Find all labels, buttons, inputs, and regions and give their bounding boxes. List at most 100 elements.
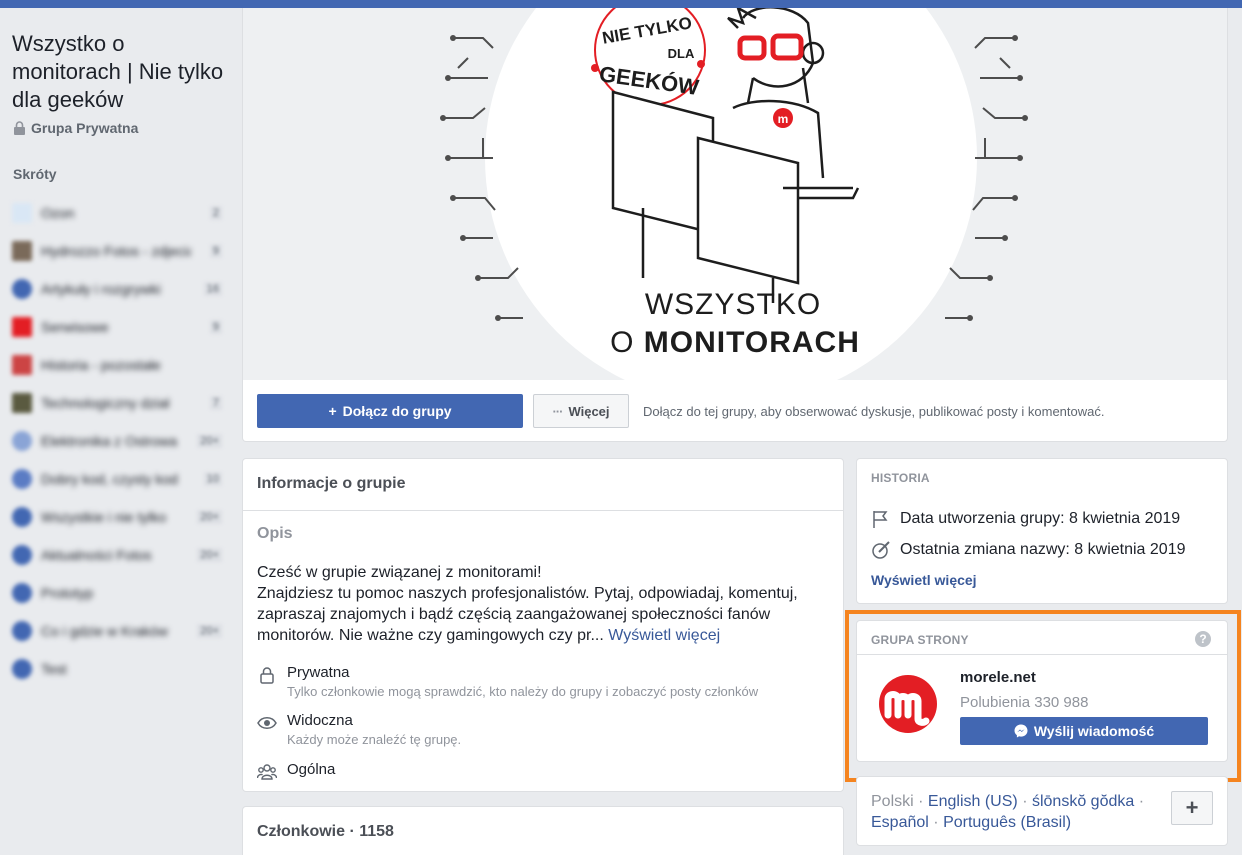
shortcut-count: 9: [209, 320, 222, 334]
lang-polski: Polski: [871, 793, 914, 810]
shortcut-label: Elektronika z Ostrowa: [41, 433, 178, 449]
shortcut-item[interactable]: Aktualności Fotos 20+: [0, 536, 232, 574]
shortcut-item[interactable]: Historia - pozostałe: [0, 346, 232, 384]
shortcut-label: Wszystkie i nie tylko: [41, 509, 167, 525]
more-dots-icon: ···: [552, 403, 563, 419]
about-header: Informacje o grupie: [243, 459, 843, 511]
shortcut-item[interactable]: Elektronika z Ostrowa 20+: [0, 422, 232, 460]
group-privacy-label: Grupa Prywatna: [31, 120, 139, 136]
shortcut-label: Hydrozzo Fotos - zdjecia: [41, 243, 191, 259]
renamed-row: Ostatnia zmiana nazwy: 8 kwietnia 2019: [871, 540, 1185, 560]
shortcut-count: 9: [209, 244, 222, 258]
shortcut-count: 20+: [197, 434, 222, 448]
shortcut-icon: [12, 241, 32, 261]
lang-separator: ·: [918, 793, 924, 810]
cover-card: m NIE TYLKO DLA GEEKÓW WSZYSTKO O MONITO…: [242, 8, 1228, 442]
history-header: HISTORIA: [871, 471, 930, 485]
general-title: Ogólna: [287, 761, 336, 778]
shortcut-count: 7: [209, 396, 222, 410]
privacy-private-row: Prywatna Tylko członkowie mogą sprawdzić…: [257, 663, 758, 700]
shortcut-label: Historia - pozostałe: [41, 357, 161, 373]
about-group-card: Informacje o grupie Opis Cześć w grupie …: [242, 458, 844, 792]
shortcut-item[interactable]: Wszystkie i nie tylko 20+: [0, 498, 232, 536]
shortcut-count: 20+: [197, 548, 222, 562]
shortcut-label: Aktualności Fotos: [41, 547, 152, 563]
shortcut-item[interactable]: Technologiczny dział 7: [0, 384, 232, 422]
group-title[interactable]: Wszystko o monitorach | Nie tylko dla ge…: [12, 30, 232, 114]
lang-separator: ·: [933, 814, 939, 831]
private-title: Prywatna: [287, 664, 350, 681]
group-type-row: Ogólna: [257, 760, 335, 782]
people-icon: [257, 764, 277, 780]
shortcut-label: Dobry kod, czysty kod: [41, 471, 178, 487]
left-sidebar: Wszystko o monitorach | Nie tylko dla ge…: [0, 8, 242, 855]
private-subtitle: Tylko członkowie mogą sprawdzić, kto nal…: [287, 684, 759, 699]
cover-heading-line2-prefix: O: [610, 326, 644, 359]
cover-illustration: m NIE TYLKO DLA GEEKÓW WSZYSTKO O MONITO…: [243, 8, 1227, 380]
highlight-box: [845, 610, 1241, 782]
visible-subtitle: Każdy może znaleźć tę grupę.: [287, 732, 462, 747]
shortcut-count: 20+: [197, 624, 222, 638]
history-see-more-link[interactable]: Wyświetl więcej: [871, 572, 977, 588]
join-hint-text: Dołącz do tej grupy, aby obserwować dysk…: [643, 403, 1105, 419]
visibility-row: Widoczna Każdy może znaleźć tę grupę.: [257, 711, 461, 748]
shortcut-icon: [12, 621, 32, 641]
lock-icon: [14, 121, 25, 135]
shortcut-icon: [12, 393, 32, 413]
shortcut-icon: [12, 507, 32, 527]
cover-heading-line2-bold: MONITORACH: [644, 326, 860, 359]
top-blue-bar: [0, 0, 1242, 8]
cover-heading-line1: WSZYSTKO: [645, 288, 821, 321]
shortcut-icon: [12, 203, 32, 223]
language-links: Polski · English (US) · ślōnskŏ gŏdka · …: [871, 791, 1151, 833]
lock-icon: [260, 667, 274, 684]
created-text: Data utworzenia grupy: 8 kwietnia 2019: [900, 510, 1181, 527]
visible-title: Widoczna: [287, 712, 353, 729]
cover-actions: + Dołącz do grupy ··· Więcej Dołącz do t…: [257, 394, 1104, 428]
join-group-button[interactable]: + Dołącz do grupy: [257, 394, 523, 428]
lang-portugues[interactable]: Português (Brasil): [943, 814, 1071, 831]
more-button[interactable]: ··· Więcej: [533, 394, 629, 428]
edit-pencil-icon: [872, 541, 890, 559]
badge-mid-text: DLA: [668, 46, 695, 61]
shortcut-label: Serwisowe: [41, 319, 109, 335]
renamed-text: Ostatnia zmiana nazwy: 8 kwietnia 2019: [900, 541, 1186, 558]
shortcut-item[interactable]: Test: [0, 650, 232, 688]
lang-silesian[interactable]: ślōnskŏ gŏdka: [1032, 793, 1134, 810]
shortcut-icon: [12, 583, 32, 603]
cover-photo[interactable]: m NIE TYLKO DLA GEEKÓW WSZYSTKO O MONITO…: [243, 8, 1227, 380]
more-languages-button[interactable]: +: [1171, 791, 1213, 825]
shortcut-item[interactable]: Hydrozzo Fotos - zdjecia 9: [0, 232, 232, 270]
shortcut-item[interactable]: Prototyp: [0, 574, 232, 612]
shortcut-item[interactable]: Dobry kod, czysty kod 10: [0, 460, 232, 498]
shortcut-item[interactable]: Artykuły i rozgrywki 16: [0, 270, 232, 308]
lang-english[interactable]: English (US): [928, 793, 1018, 810]
shortcut-label: Ozon: [41, 205, 75, 221]
join-group-label: Dołącz do grupy: [342, 403, 452, 419]
members-header[interactable]: Członkowie · 1158: [243, 807, 843, 855]
languages-card: Polski · English (US) · ślōnskŏ gŏdka · …: [856, 776, 1228, 846]
lang-espanol[interactable]: Español: [871, 814, 929, 831]
shortcut-item[interactable]: Ozon 2: [0, 194, 232, 232]
more-label: Więcej: [568, 403, 610, 419]
see-more-link[interactable]: Wyświetl więcej: [608, 627, 720, 644]
shortcut-icon: [12, 545, 32, 565]
shortcut-item[interactable]: Serwisowe 9: [0, 308, 232, 346]
shortcut-icon: [12, 317, 32, 337]
created-row: Data utworzenia grupy: 8 kwietnia 2019: [871, 509, 1180, 529]
eye-icon: [257, 717, 277, 729]
shortcut-item[interactable]: Co i gdzie w Kraków 20+: [0, 612, 232, 650]
shortcut-icon: [12, 431, 32, 451]
plus-icon: +: [328, 403, 337, 419]
cover-heading-line2: O MONITORACH: [610, 326, 860, 359]
group-privacy: Grupa Prywatna: [13, 120, 138, 136]
shortcut-icon: [12, 279, 32, 299]
shortcut-count: 2: [209, 206, 222, 220]
shortcut-icon: [12, 469, 32, 489]
description-label: Opis: [257, 525, 293, 542]
shortcut-label: Co i gdzie w Kraków: [41, 623, 168, 639]
shortcut-label: Prototyp: [41, 585, 94, 601]
shortcut-label: Artykuły i rozgrywki: [41, 281, 161, 297]
shortcut-count: 10: [203, 472, 222, 486]
lang-separator: ·: [1022, 793, 1028, 810]
